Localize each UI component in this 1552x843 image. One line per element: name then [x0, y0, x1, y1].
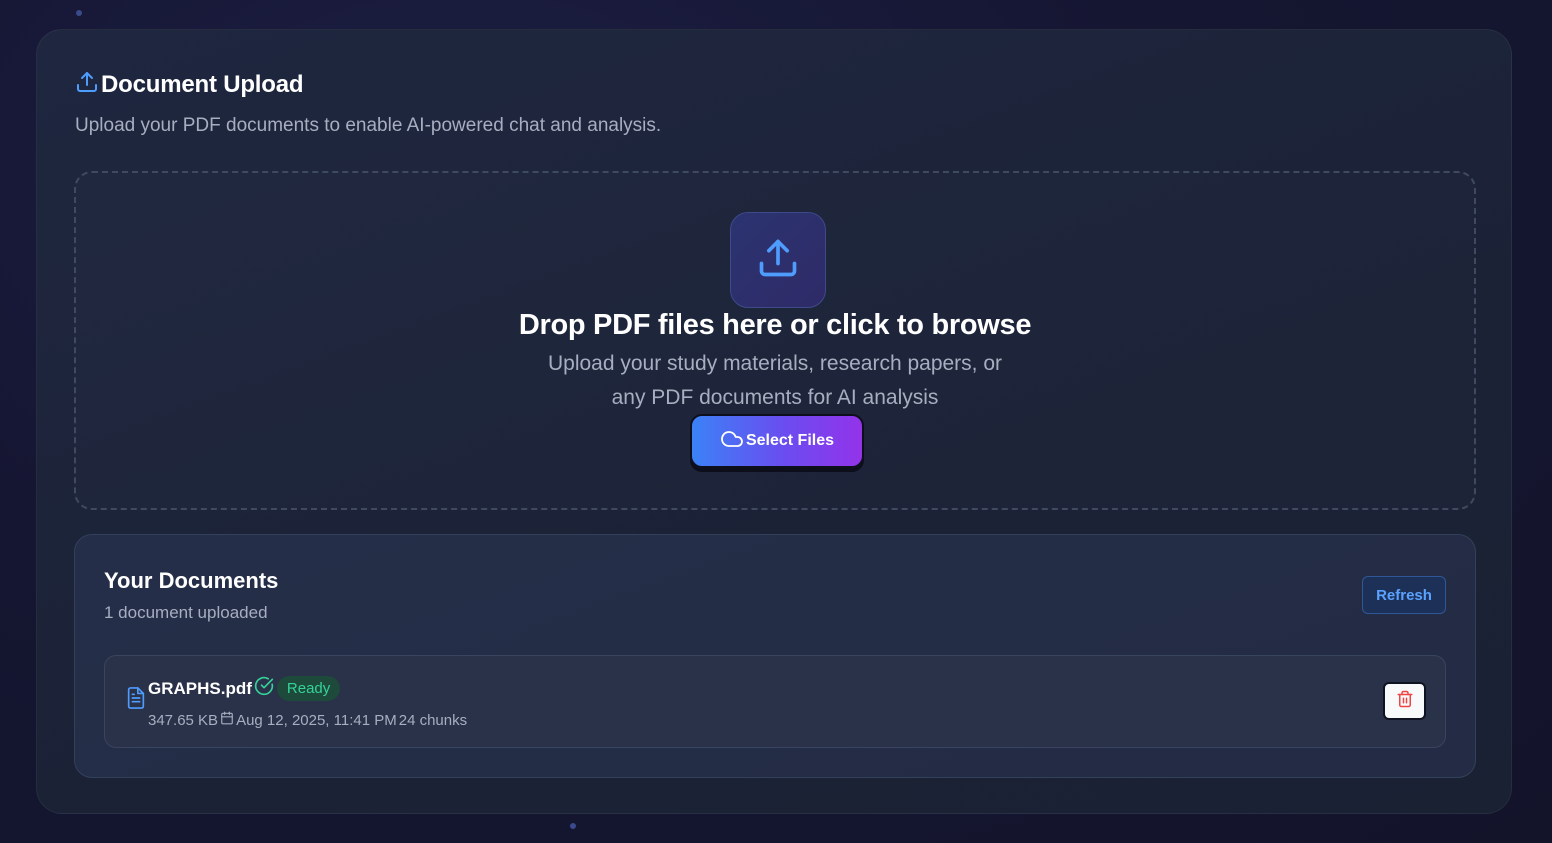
background-dot	[76, 10, 82, 16]
calendar-icon	[220, 711, 234, 729]
dropzone-subtitle-line: Upload your study materials, research pa…	[547, 352, 1003, 375]
dropzone-subtitle: Upload your study materials, research pa…	[76, 347, 1474, 415]
document-size: 347.65 KB	[148, 711, 219, 729]
document-upload-card: Document Upload Upload your PDF document…	[36, 29, 1512, 814]
document-date: Aug 12, 2025, 11:41 PM	[236, 711, 397, 729]
page-subtitle: Upload your PDF documents to enable AI-p…	[75, 115, 662, 136]
dropzone-title: Drop PDF files here or click to browse	[518, 309, 1032, 341]
delete-document-button[interactable]	[1383, 682, 1426, 720]
documents-panel: Your Documents 1 document uploaded Refre…	[74, 534, 1476, 778]
document-row[interactable]: GRAPHS.pdf Ready 347.65 KB Aug 12, 2025,…	[104, 655, 1446, 748]
select-files-button[interactable]: Select Files	[690, 414, 864, 468]
document-meta: 347.65 KB Aug 12, 2025, 11:41 PM 24 chun…	[148, 711, 467, 729]
documents-count: 1 document uploaded	[104, 603, 268, 622]
page-title: Document Upload	[101, 70, 304, 98]
document-name-line: GRAPHS.pdf Ready	[148, 676, 341, 701]
file-text-icon	[125, 685, 147, 716]
upload-icon	[756, 236, 800, 285]
select-files-label: Select Files	[745, 432, 835, 449]
status-badge: Ready	[276, 676, 341, 701]
cloud-icon	[720, 427, 744, 456]
refresh-button[interactable]: Refresh	[1362, 576, 1446, 614]
upload-icon	[75, 70, 99, 99]
document-name: GRAPHS.pdf	[148, 678, 252, 698]
page-header: Document Upload	[75, 70, 304, 99]
dropzone-subtitle-line: any PDF documents for AI analysis	[611, 386, 939, 409]
documents-title: Your Documents	[104, 568, 279, 593]
background-dot	[570, 823, 576, 829]
document-chunks: 24 chunks	[398, 711, 468, 729]
trash-icon	[1396, 690, 1414, 713]
check-circle-icon	[254, 676, 274, 701]
dropzone-upload-badge	[730, 212, 826, 308]
file-dropzone[interactable]: Drop PDF files here or click to browse U…	[74, 171, 1476, 510]
